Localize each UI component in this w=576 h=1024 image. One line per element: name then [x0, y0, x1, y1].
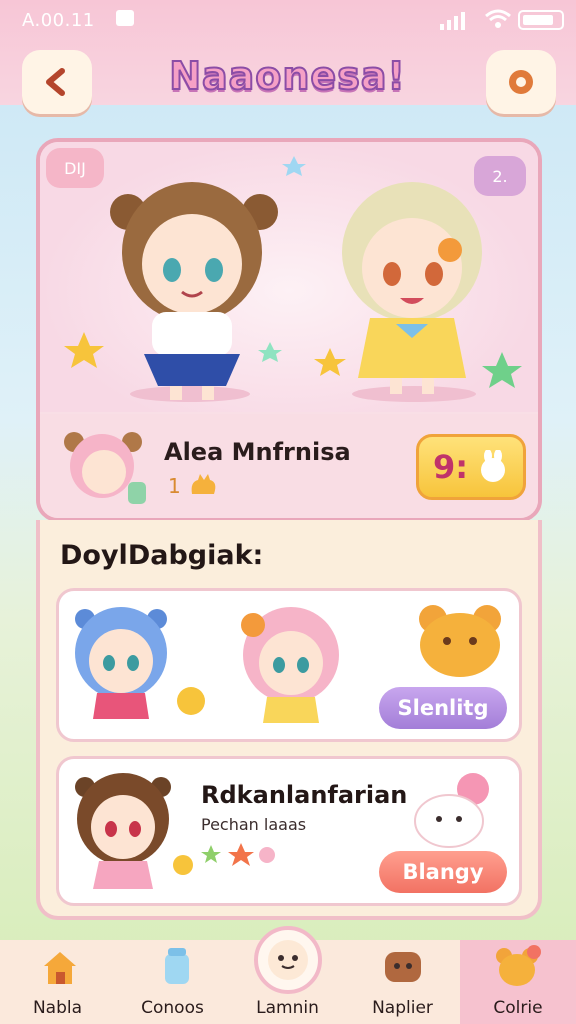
status-time: A.00.11 [22, 10, 95, 31]
nav-item-home[interactable]: Nabla [0, 940, 115, 1024]
character-name: Alea Mnfrnisa [164, 438, 351, 466]
shop-icon [385, 952, 421, 982]
character-level: 1 [168, 474, 181, 498]
home-icon [44, 952, 76, 984]
nav-label: Conoos [141, 998, 204, 1018]
bear-icon [419, 605, 501, 677]
jar-icon [165, 948, 189, 984]
list-item[interactable]: Slenlitg [56, 588, 522, 742]
notification-icon [116, 10, 134, 26]
character-thumbnail [75, 607, 205, 719]
character-stage: DIJ 2. [40, 142, 538, 412]
play-button[interactable]: Blangy [379, 851, 507, 893]
section-title: DoylDabgiak: [60, 540, 264, 571]
nav-item-collection[interactable]: Conoos [115, 940, 230, 1024]
bunny-icon [481, 450, 506, 482]
item-title: Rdkanlanfarian [201, 781, 408, 809]
tag-right-badge[interactable]: 2. [474, 156, 526, 196]
reward-badge-button[interactable]: 9: [416, 434, 526, 500]
character-thumbnail [75, 773, 193, 889]
settings-button[interactable] [486, 50, 556, 114]
battery-icon [518, 10, 564, 30]
nav-label: Colrie [493, 998, 543, 1018]
bear-icon [496, 945, 541, 986]
decoration-icons [201, 843, 275, 866]
reward-badge-text: 9: [433, 448, 469, 486]
nav-label: Lamnin [256, 998, 319, 1018]
wifi-icon [485, 9, 511, 28]
nav-label: Naplier [372, 998, 433, 1018]
mascot-icon [191, 474, 216, 494]
list-item[interactable]: Rdkanlanfarian Pechan laaas Blangy [56, 756, 522, 906]
app-title: Naaonesa! [168, 53, 406, 99]
nav-item-profile[interactable]: Colrie [460, 940, 576, 1024]
back-arrow-icon [46, 68, 65, 96]
nav-label: Nabla [32, 998, 83, 1018]
featured-character-card[interactable]: DIJ 2. Alea Mnfrnisa 1 9: [36, 138, 542, 522]
featured-characters-illustration [64, 156, 522, 402]
status-bar: A.00.11 [0, 0, 576, 40]
back-button[interactable] [22, 50, 92, 114]
tag-left-badge: DIJ [46, 148, 104, 188]
gear-icon [509, 70, 533, 94]
cat-icon [414, 773, 489, 848]
nav-item-center[interactable]: Lamnin [230, 940, 345, 1024]
nav-item-shop[interactable]: Naplier [345, 940, 460, 1024]
character-thumbnail [241, 607, 339, 723]
signal-icon [440, 12, 465, 30]
item-subtitle: Pechan laaas [201, 815, 307, 834]
select-button[interactable]: Slenlitg [379, 687, 507, 729]
character-avatar [64, 432, 146, 504]
